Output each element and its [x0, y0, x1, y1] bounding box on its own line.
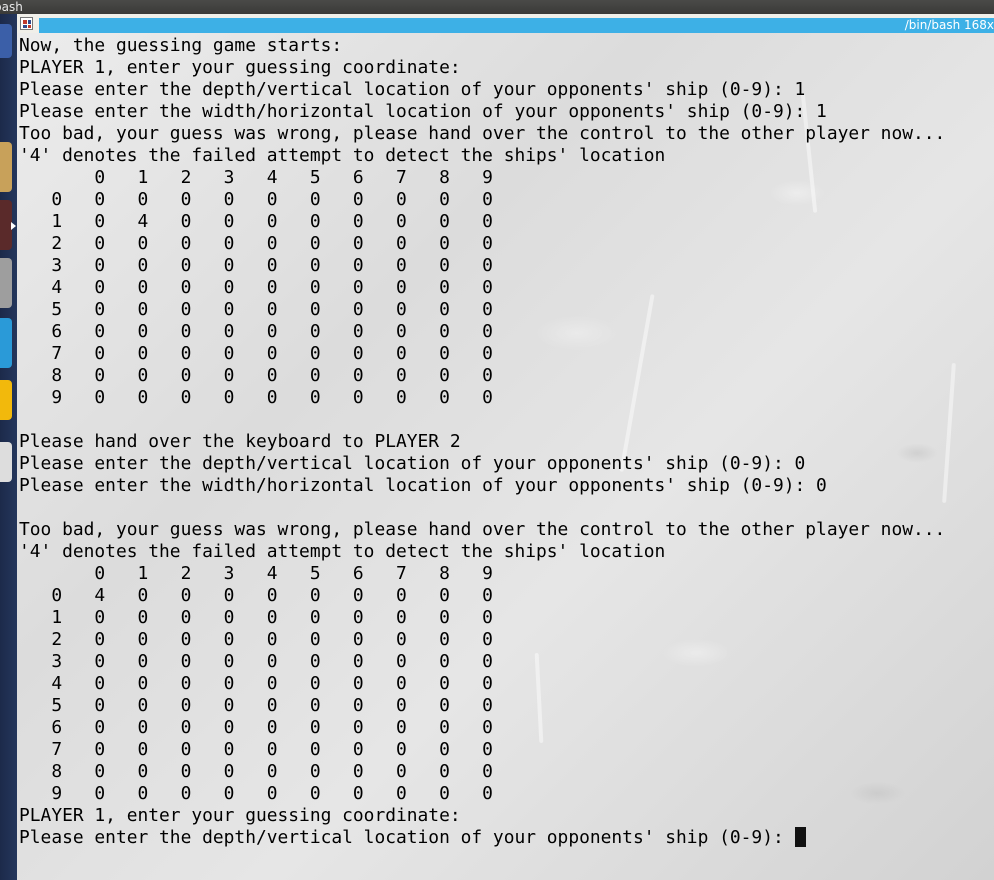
terminal-line: 1 0 0 0 0 0 0 0 0 0 0 — [19, 607, 493, 628]
prompt-text: Please enter the depth/vertical location… — [19, 827, 795, 848]
terminal-line: Please enter the width/horizontal locati… — [19, 475, 827, 496]
dash-home-icon[interactable] — [0, 24, 12, 58]
terminal-header: /bin/bash 168x — [17, 14, 994, 33]
terminal-line: 3 0 0 0 0 0 0 0 0 0 0 — [19, 651, 493, 672]
terminal-line: 6 0 0 0 0 0 0 0 0 0 0 — [19, 717, 493, 738]
app-icon[interactable] — [0, 258, 12, 308]
terminal-line: 0 1 2 3 4 5 6 7 8 9 — [19, 167, 493, 188]
terminal-line: 2 0 0 0 0 0 0 0 0 0 0 — [19, 629, 493, 650]
app-icon[interactable] — [0, 318, 12, 368]
terminal-line: 2 0 0 0 0 0 0 0 0 0 0 — [19, 233, 493, 254]
terminal-line: 9 0 0 0 0 0 0 0 0 0 0 — [19, 387, 493, 408]
terminal-line: 5 0 0 0 0 0 0 0 0 0 0 — [19, 695, 493, 716]
terminal-line: Too bad, your guess was wrong, please ha… — [19, 123, 946, 144]
terminal-line: 1 0 4 0 0 0 0 0 0 0 0 — [19, 211, 493, 232]
terminal-prompt-line[interactable]: Please enter the depth/vertical location… — [19, 827, 945, 849]
terminal-line: Now, the guessing game starts: — [19, 35, 343, 56]
terminal-line: 8 0 0 0 0 0 0 0 0 0 0 — [19, 761, 493, 782]
terminal-menu-icon[interactable] — [20, 17, 33, 30]
terminal-line: 8 0 0 0 0 0 0 0 0 0 0 — [19, 365, 493, 386]
active-app-arrow-icon — [11, 222, 16, 230]
terminal-line: '4' denotes the failed attempt to detect… — [19, 541, 666, 562]
terminal-window: /bin/bash 168x Now, the guessing game st… — [17, 14, 994, 880]
terminal-line: Too bad, your guess was wrong, please ha… — [19, 519, 946, 540]
terminal-line: Please enter the depth/vertical location… — [19, 453, 806, 474]
terminal-line: 3 0 0 0 0 0 0 0 0 0 0 — [19, 255, 493, 276]
terminal-line: Please hand over the keyboard to PLAYER … — [19, 431, 461, 452]
terminal-line: 0 1 2 3 4 5 6 7 8 9 — [19, 563, 493, 584]
terminal-tab[interactable]: /bin/bash 168x — [39, 18, 994, 33]
top-panel: bash — [0, 0, 994, 14]
terminal-line: 5 0 0 0 0 0 0 0 0 0 0 — [19, 299, 493, 320]
desktop-screen: bash /bin/bash 168x Now, the guessing ga… — [0, 0, 994, 880]
app-icon[interactable] — [0, 442, 12, 482]
terminal-line: PLAYER 1, enter your guessing coordinate… — [19, 805, 461, 826]
app-icon[interactable] — [0, 380, 12, 420]
terminal-line: '4' denotes the failed attempt to detect… — [19, 145, 666, 166]
terminal-line: 0 4 0 0 0 0 0 0 0 0 0 — [19, 585, 493, 606]
terminal-line: Please enter the width/horizontal locati… — [19, 101, 827, 122]
files-icon[interactable] — [0, 142, 12, 192]
terminal-line: 6 0 0 0 0 0 0 0 0 0 0 — [19, 321, 493, 342]
terminal-body[interactable]: Now, the guessing game starts: PLAYER 1, … — [17, 33, 994, 880]
top-panel-title: bash — [0, 0, 23, 14]
text-cursor — [794, 827, 806, 847]
terminal-line: 0 0 0 0 0 0 0 0 0 0 0 — [19, 189, 493, 210]
terminal-line: 7 0 0 0 0 0 0 0 0 0 0 — [19, 739, 493, 760]
terminal-line: 4 0 0 0 0 0 0 0 0 0 0 — [19, 673, 493, 694]
terminal-line: 9 0 0 0 0 0 0 0 0 0 0 — [19, 783, 493, 804]
terminal-line: 4 0 0 0 0 0 0 0 0 0 0 — [19, 277, 493, 298]
launcher — [0, 14, 17, 880]
terminal-output: Now, the guessing game starts: PLAYER 1, … — [19, 35, 945, 849]
terminal-tab-title: /bin/bash 168x — [904, 18, 994, 32]
terminal-line: Please enter the depth/vertical location… — [19, 79, 806, 100]
terminal-line: PLAYER 1, enter your guessing coordinate… — [19, 57, 461, 78]
terminal-line: 7 0 0 0 0 0 0 0 0 0 0 — [19, 343, 493, 364]
